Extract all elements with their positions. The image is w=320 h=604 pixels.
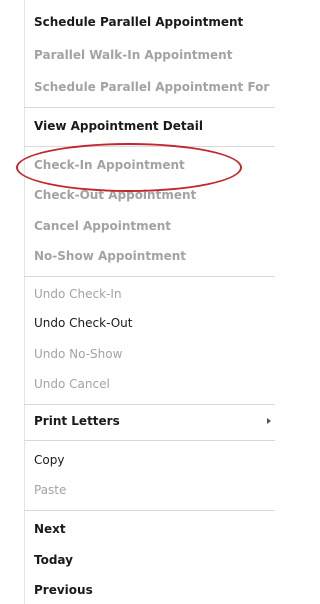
menu-item-undo-check-out[interactable]: Undo Check-Out — [34, 314, 133, 332]
menu-item-copy[interactable]: Copy — [34, 451, 64, 469]
menu-separator — [24, 404, 275, 405]
menu-item-check-out-appointment: Check-Out Appointment — [34, 188, 197, 202]
menu-separator — [24, 276, 275, 277]
menu-separator — [24, 107, 275, 108]
menu-item-next[interactable]: Next — [34, 520, 66, 538]
menu-item-check-in-appointment: Check-In Appointment — [34, 158, 185, 172]
menu-item-cancel-appointment: Cancel Appointment — [34, 219, 172, 233]
menu-gutter-divider — [24, 0, 25, 604]
menu-item-view-appointment-detail[interactable]: View Appointment Detail — [34, 117, 203, 135]
menu-item-no-show-appointment: No-Show Appointment — [34, 249, 186, 263]
menu-item-schedule-parallel-appointment[interactable]: Schedule Parallel Appointment — [34, 13, 243, 31]
context-menu: Schedule Parallel Appointment Parallel W… — [0, 0, 275, 604]
menu-item-undo-no-show: Undo No-Show — [34, 347, 123, 361]
menu-item-previous[interactable]: Previous — [34, 581, 93, 599]
menu-item-parallel-walk-in-appointment: Parallel Walk-In Appointment — [34, 48, 233, 62]
menu-separator — [24, 510, 275, 511]
menu-item-today[interactable]: Today — [34, 551, 73, 569]
menu-item-undo-cancel: Undo Cancel — [34, 377, 110, 391]
menu-separator — [24, 146, 275, 147]
menu-separator — [24, 440, 275, 441]
menu-item-print-letters[interactable]: Print Letters — [34, 412, 120, 430]
menu-item-undo-check-in: Undo Check-In — [34, 287, 122, 301]
chevron-right-icon — [267, 418, 271, 424]
menu-item-schedule-parallel-appointment-for: Schedule Parallel Appointment For — [34, 80, 270, 94]
menu-item-paste: Paste — [34, 483, 67, 497]
